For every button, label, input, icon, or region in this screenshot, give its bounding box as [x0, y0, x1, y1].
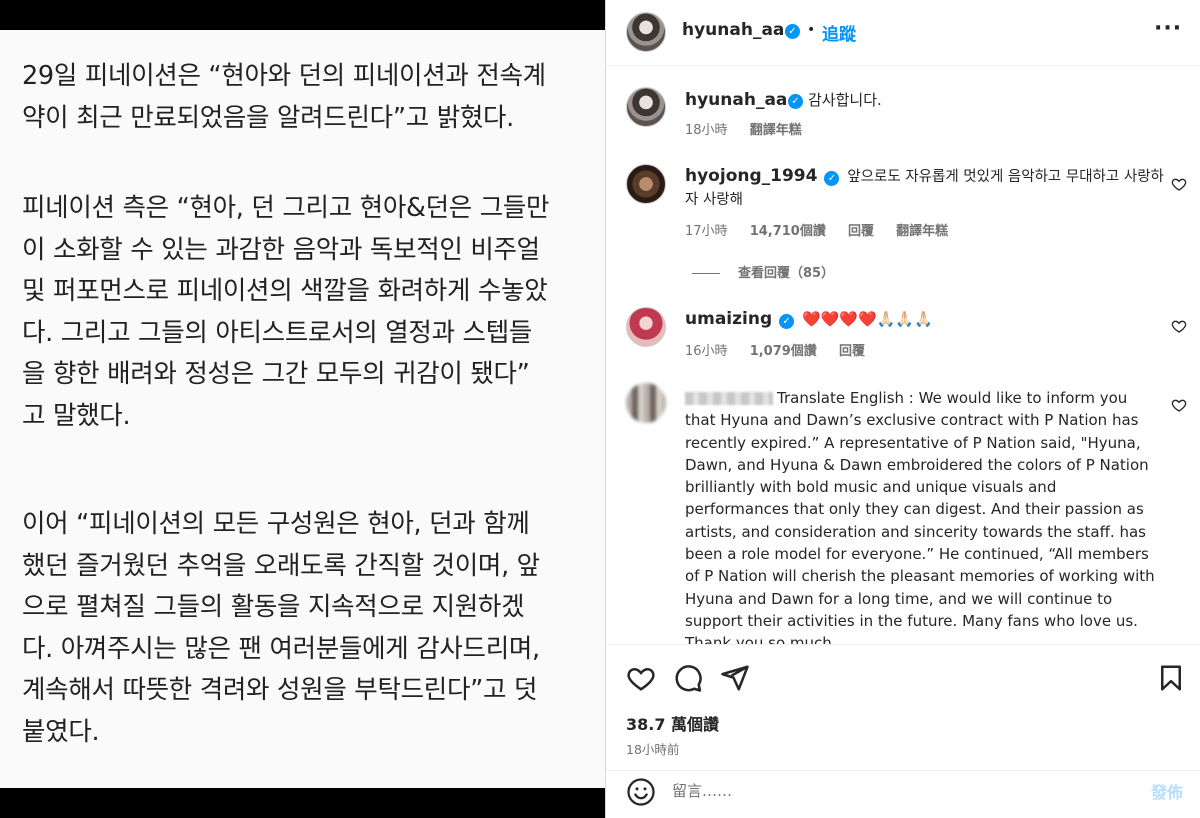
separator-dot: • — [807, 22, 816, 38]
comments-list[interactable]: hyunah_aa ✓ 감사합니다. 18小時 翻譯年糕 hyojong_199… — [606, 67, 1200, 644]
save-bookmark-icon[interactable] — [1156, 663, 1186, 693]
article-line: 이 소화할 수 있는 과감한 음악과 독보적인 비주얼 — [22, 234, 540, 265]
reply-button[interactable]: 回覆 — [848, 224, 874, 239]
comment-username-blurred[interactable] — [685, 392, 773, 405]
verified-badge-icon: ✓ — [779, 314, 795, 329]
article-line: 약이 최근 만료되었음을 알려드린다”고 밝혔다. — [22, 102, 514, 133]
like-comment-heart-icon[interactable] — [1171, 176, 1187, 192]
verified-badge-icon: ✓ — [824, 171, 840, 186]
article-line: 다. 그리고 그들의 아티스트로서의 열정과 스텝들 — [22, 317, 533, 348]
comment-text: Translate English : We would like to inf… — [685, 389, 1155, 644]
view-replies-label: 查看回覆（85） — [738, 266, 835, 281]
article-line: 을 향한 배려와 정성은 그간 모두의 귀감이 됐다” — [22, 359, 530, 389]
translate-button[interactable]: 翻譯年糕 — [750, 123, 802, 138]
comment-avatar[interactable] — [626, 307, 666, 347]
article-line: 및 퍼포먼스로 피네이션의 색깔을 화려하게 수놓았 — [22, 276, 548, 306]
image-letterbox-bottom — [0, 788, 605, 818]
image-letterbox-top — [0, 0, 605, 30]
comment-body: hyojong_1994 ✓ 앞으로도 자유롭게 멋있게 음악하고 무대하고 사… — [685, 165, 1165, 211]
post-header: hyunah_aa ✓ • 追蹤 ··· — [606, 0, 1200, 66]
comment-avatar[interactable] — [626, 164, 666, 204]
caption-time: 18小時 — [685, 123, 728, 138]
comment-input[interactable] — [672, 779, 1132, 803]
post-timestamp[interactable]: 18小時前 — [626, 739, 679, 758]
caption-text: 감사합니다. — [808, 91, 882, 109]
like-heart-icon[interactable] — [626, 663, 656, 693]
translate-button[interactable]: 翻譯年糕 — [896, 224, 948, 239]
article-line: 했던 즐거웠던 추억을 오래도록 간직할 것이며, 앞 — [22, 550, 540, 581]
post-actions: 38.7 萬個讚 18小時前 — [606, 644, 1200, 770]
comment-body: Translate English : We would like to inf… — [685, 387, 1159, 644]
comment-bubble-icon[interactable] — [673, 663, 703, 693]
article-line: 붙였다. — [22, 716, 100, 747]
comment-meta: 17小時 14,710個讚 回覆 翻譯年糕 — [685, 220, 948, 239]
comment-avatar[interactable] — [626, 383, 666, 423]
article-line: 이어 “피네이션의 모든 구성원은 현아, 던과 함께 — [22, 509, 530, 539]
article-line: 고 말했다. — [22, 400, 131, 431]
comment-composer: 發佈 — [606, 770, 1200, 818]
comment-likes[interactable]: 14,710個讚 — [750, 224, 826, 239]
post-like-count[interactable]: 38.7 萬個讚 — [626, 711, 719, 735]
author-avatar[interactable] — [626, 12, 666, 52]
comment-time: 16小時 — [685, 344, 728, 359]
follow-button[interactable]: 追蹤 — [822, 20, 856, 45]
article-line: 다. 아껴주시는 많은 팬 여러분들에게 감사드리며, — [22, 633, 540, 664]
like-comment-heart-icon[interactable] — [1171, 397, 1187, 413]
like-comment-heart-icon[interactable] — [1171, 318, 1187, 334]
verified-badge-icon: ✓ — [785, 24, 800, 39]
article-line: 피네이션 측은 “현아, 던 그리고 현아&던은 그들만 — [22, 193, 550, 223]
article-line: 으로 펼쳐질 그들의 활동을 지속적으로 지원하겠 — [22, 592, 525, 622]
replies-divider — [692, 273, 720, 274]
emoji-icon[interactable] — [626, 777, 656, 807]
verified-badge-icon: ✓ — [788, 94, 803, 109]
post-side-panel: hyunah_aa ✓ • 追蹤 ··· hyunah_aa ✓ 감사합니다. … — [605, 0, 1200, 818]
comment-likes[interactable]: 1,079個讚 — [750, 344, 817, 359]
author-username[interactable]: hyunah_aa — [682, 20, 784, 40]
article-paragraph-2: 피네이션 측은 “현아, 던 그리고 현아&던은 그들만 이 소화할 수 있는 … — [22, 188, 594, 437]
view-replies-button[interactable]: 查看回覆（85） — [692, 262, 834, 281]
comment-username[interactable]: umaizing — [685, 309, 772, 329]
article-paragraph-1: 29일 피네이션은 “현아와 던의 피네이션과 전속계 약이 최근 만료되었음을… — [22, 56, 594, 139]
comment-time: 17小時 — [685, 224, 728, 239]
article-line: 계속해서 따뜻한 격려와 성원을 부탁드린다”고 덧 — [22, 675, 538, 705]
article-paragraph-3: 이어 “피네이션의 모든 구성원은 현아, 던과 함께 했던 즐거웠던 추억을 … — [22, 504, 594, 753]
post-comment-button[interactable]: 發佈 — [1151, 779, 1183, 803]
comment-text: ❤️❤️❤️❤️🙏🏻🙏🏻🙏🏻 — [801, 310, 933, 328]
comment-body: umaizing ✓ ❤️❤️❤️❤️🙏🏻🙏🏻🙏🏻 — [685, 308, 1165, 330]
comment-meta: 16小時 1,079個讚 回覆 — [685, 340, 865, 359]
reply-button[interactable]: 回覆 — [839, 344, 865, 359]
share-send-icon[interactable] — [720, 663, 750, 693]
more-options-icon[interactable]: ··· — [1154, 16, 1182, 41]
article-line: 29일 피네이션은 “현아와 던의 피네이션과 전속계 — [22, 61, 546, 91]
caption-avatar[interactable] — [626, 87, 666, 127]
comment-username[interactable]: hyojong_1994 — [685, 166, 817, 186]
caption-username[interactable]: hyunah_aa — [685, 90, 787, 110]
post-image: 29일 피네이션은 “현아와 던의 피네이션과 전속계 약이 최근 만료되었음을… — [0, 0, 605, 818]
caption-meta: 18小時 翻譯年糕 — [685, 119, 802, 138]
